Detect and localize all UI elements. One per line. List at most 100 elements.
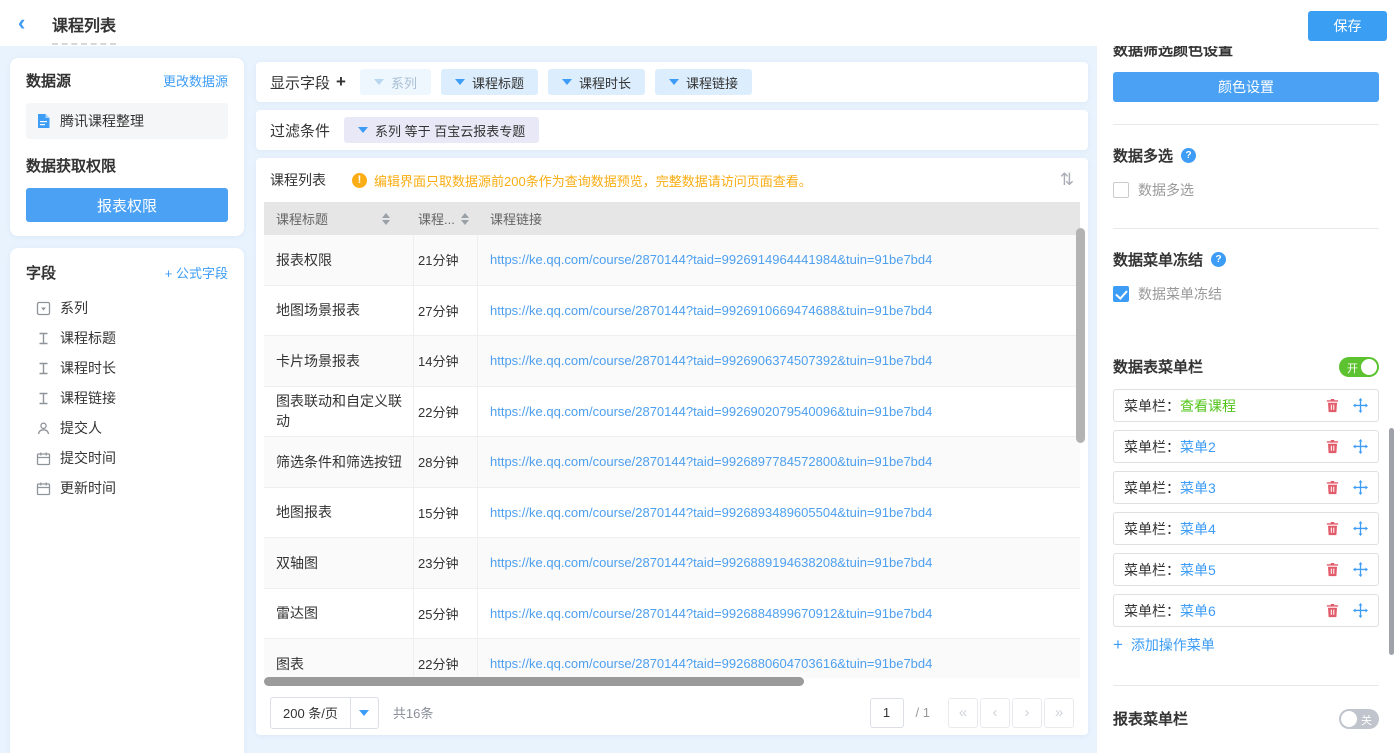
delete-icon[interactable] xyxy=(1325,398,1340,413)
dropdown-icon[interactable] xyxy=(350,698,378,728)
table-row: 报表权限 21分钟 https://ke.qq.com/course/28701… xyxy=(264,235,1080,286)
cell-course-link[interactable]: https://ke.qq.com/course/2870144?taid=99… xyxy=(490,454,932,469)
display-field-chips: 系列 课程标题 课程时长 课程链接 xyxy=(360,69,752,95)
menu-item-prefix: 菜单栏： xyxy=(1124,396,1180,416)
cell-course-link[interactable]: https://ke.qq.com/course/2870144?taid=99… xyxy=(490,252,932,267)
cell-course-link[interactable]: https://ke.qq.com/course/2870144?taid=99… xyxy=(490,555,932,570)
dropdown-icon[interactable] xyxy=(669,79,679,85)
add-menu-link[interactable]: + 添加操作菜单 xyxy=(1113,635,1379,655)
menu-item-link[interactable]: 菜单6 xyxy=(1180,601,1216,621)
move-icon[interactable] xyxy=(1353,562,1368,577)
sort-order-icon[interactable]: ⇅ xyxy=(1060,170,1074,190)
table-title: 课程列表 xyxy=(270,170,326,190)
table-menu-toggle[interactable]: 开 xyxy=(1339,357,1379,377)
checkbox-unchecked[interactable] xyxy=(1113,182,1129,198)
menu-item-link[interactable]: 菜单3 xyxy=(1180,478,1216,498)
move-icon[interactable] xyxy=(1353,439,1368,454)
select-icon xyxy=(36,301,51,316)
page-title: 课程列表 xyxy=(52,12,116,45)
field-chip[interactable]: 课程标题 xyxy=(441,69,538,95)
filter-chip[interactable]: 系列 等于 百宝云报表专题 xyxy=(344,117,539,143)
cell-course-title: 双轴图 xyxy=(264,538,414,588)
field-item[interactable]: 课程时长 xyxy=(26,353,228,383)
menu-freeze-checkbox-row[interactable]: 数据菜单冻结 xyxy=(1113,284,1379,304)
report-menu-toggle[interactable]: 关 xyxy=(1339,709,1379,729)
color-settings-button[interactable]: 颜色设置 xyxy=(1113,72,1379,102)
main-panel: 显示字段 + 系列 课程标题 课程时长 xyxy=(256,62,1088,735)
change-datasource-link[interactable]: 更改数据源 xyxy=(163,71,228,90)
cell-course-link[interactable]: https://ke.qq.com/course/2870144?taid=99… xyxy=(490,656,932,671)
sort-icon[interactable] xyxy=(461,213,469,225)
sort-icon[interactable] xyxy=(382,213,390,225)
delete-icon[interactable] xyxy=(1325,439,1340,454)
toggle-off-label: 关 xyxy=(1361,712,1372,728)
move-icon[interactable] xyxy=(1353,398,1368,413)
field-item[interactable]: 系列 xyxy=(26,293,228,323)
menu-item-link[interactable]: 查看课程 xyxy=(1180,396,1236,416)
divider xyxy=(1113,228,1379,229)
menu-item-link[interactable]: 菜单2 xyxy=(1180,437,1216,457)
field-chip[interactable]: 系列 xyxy=(360,69,431,95)
page-number-input[interactable] xyxy=(870,698,904,728)
field-item[interactable]: 课程链接 xyxy=(26,383,228,413)
table-row: 双轴图 23分钟 https://ke.qq.com/course/287014… xyxy=(264,538,1080,589)
first-page-button[interactable]: « xyxy=(948,698,978,728)
save-button[interactable]: 保存 xyxy=(1308,11,1387,41)
table-horizontal-scrollbar[interactable] xyxy=(264,677,804,686)
page-vertical-scrollbar[interactable] xyxy=(1389,428,1394,655)
delete-icon[interactable] xyxy=(1325,521,1340,536)
move-icon[interactable] xyxy=(1353,480,1368,495)
move-icon[interactable] xyxy=(1353,603,1368,618)
color-settings-title: 数据筛选颜色设置 xyxy=(1113,46,1379,60)
chip-label: 系列 xyxy=(391,73,417,92)
pagination-bar: 200 条/页 共16条 / 1 « ‹ › » xyxy=(256,690,1088,735)
cell-duration: 22分钟 xyxy=(414,639,478,678)
field-label: 提交人 xyxy=(60,418,102,438)
report-permission-button[interactable]: 报表权限 xyxy=(26,188,228,222)
page-size-value: 200 条/页 xyxy=(271,703,350,722)
last-page-button[interactable]: » xyxy=(1044,698,1074,728)
filter-label: 过滤条件 xyxy=(270,120,330,141)
dropdown-icon[interactable] xyxy=(374,79,384,85)
field-item[interactable]: 课程标题 xyxy=(26,323,228,353)
cell-course-title: 筛选条件和筛选按钮 xyxy=(264,437,414,487)
cell-course-link[interactable]: https://ke.qq.com/course/2870144?taid=99… xyxy=(490,606,932,621)
dropdown-icon[interactable] xyxy=(562,79,572,85)
table-vertical-scrollbar[interactable] xyxy=(1076,228,1085,443)
back-icon[interactable]: ‹ xyxy=(18,11,25,35)
fields-card: 字段 + 公式字段 系列 xyxy=(10,248,244,753)
delete-icon[interactable] xyxy=(1325,480,1340,495)
field-chip[interactable]: 课程时长 xyxy=(548,69,645,95)
formula-field-link[interactable]: + 公式字段 xyxy=(165,263,228,282)
menu-item-link[interactable]: 菜单4 xyxy=(1180,519,1216,539)
table-card: 课程列表 ! 编辑界面只取数据源前200条作为查询数据预览，完整数据请访问页面查… xyxy=(256,158,1088,735)
cell-course-link[interactable]: https://ke.qq.com/course/2870144?taid=99… xyxy=(490,404,932,419)
cell-course-title: 报表权限 xyxy=(264,235,414,285)
move-icon[interactable] xyxy=(1353,521,1368,536)
cell-course-link[interactable]: https://ke.qq.com/course/2870144?taid=99… xyxy=(490,353,932,368)
help-icon[interactable]: ? xyxy=(1211,252,1226,267)
checkbox-checked[interactable] xyxy=(1113,286,1129,302)
field-item[interactable]: 更新时间 xyxy=(26,473,228,503)
multi-select-title: 数据多选 xyxy=(1113,145,1173,166)
datasource-item[interactable]: 腾讯课程整理 xyxy=(26,103,228,139)
table-row: 筛选条件和筛选按钮 28分钟 https://ke.qq.com/course/… xyxy=(264,437,1080,488)
field-item[interactable]: 提交人 xyxy=(26,413,228,443)
page-size-select[interactable]: 200 条/页 xyxy=(270,697,379,729)
dropdown-icon[interactable] xyxy=(358,127,368,133)
dropdown-icon[interactable] xyxy=(455,79,465,85)
menu-item: 菜单栏： 菜单3 xyxy=(1113,471,1379,504)
multi-select-checkbox-row[interactable]: 数据多选 xyxy=(1113,180,1379,200)
delete-icon[interactable] xyxy=(1325,603,1340,618)
toggle-on-label: 开 xyxy=(1347,360,1358,376)
prev-page-button[interactable]: ‹ xyxy=(980,698,1010,728)
cell-course-link[interactable]: https://ke.qq.com/course/2870144?taid=99… xyxy=(490,303,932,318)
delete-icon[interactable] xyxy=(1325,562,1340,577)
menu-item-link[interactable]: 菜单5 xyxy=(1180,560,1216,580)
next-page-button[interactable]: › xyxy=(1012,698,1042,728)
help-icon[interactable]: ? xyxy=(1181,148,1196,163)
cell-course-link[interactable]: https://ke.qq.com/course/2870144?taid=99… xyxy=(490,505,932,520)
add-display-field-icon[interactable]: + xyxy=(336,72,346,92)
field-item[interactable]: 提交时间 xyxy=(26,443,228,473)
field-chip[interactable]: 课程链接 xyxy=(655,69,752,95)
